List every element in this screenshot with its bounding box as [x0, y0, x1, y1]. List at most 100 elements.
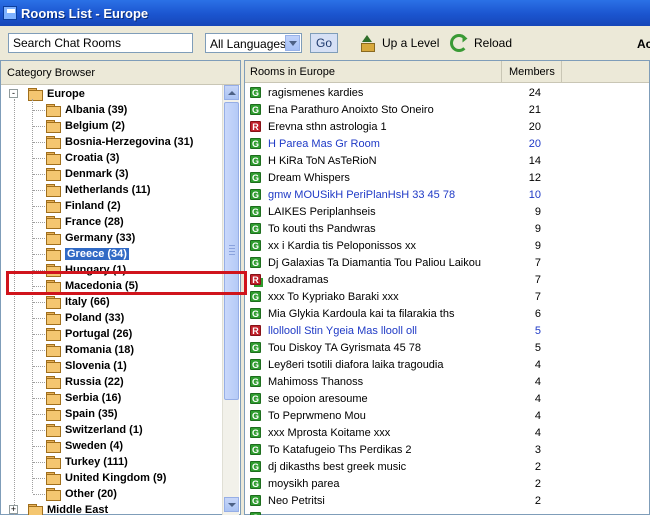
scroll-thumb[interactable]	[224, 102, 239, 400]
room-members: 20	[528, 137, 541, 150]
tree-item[interactable]: Other (20)	[45, 486, 117, 502]
tree-item[interactable]: Netherlands (11)	[45, 182, 151, 198]
room-name: gmw MOUSikH PeriPlanHsH 33 45 78	[268, 188, 456, 201]
tree-item[interactable]: Bosnia-Herzegovina (31)	[45, 134, 193, 150]
scroll-down-button[interactable]	[224, 497, 239, 512]
tree-item[interactable]: Belgium (2)	[45, 118, 125, 134]
room-row[interactable]: Rdoxadramas 7	[245, 271, 649, 288]
up-level-button[interactable]: Up a Level	[358, 31, 439, 55]
room-row[interactable]: Gxxx Mprosta Koitame xxx 4	[245, 424, 649, 441]
reload-icon	[450, 34, 468, 52]
room-type-g-icon: G	[250, 172, 261, 183]
tree-line	[33, 462, 45, 463]
room-row[interactable]: G To kouti ths Pandwras 9	[245, 220, 649, 237]
language-select-value: All Languages	[210, 37, 287, 51]
room-row[interactable]: G Tou Diskoy TA Gyrismata 45 78 5	[245, 339, 649, 356]
room-row[interactable]: G To Katafugeio Ths Perdikas 2 3	[245, 441, 649, 458]
room-row[interactable]: G Mahimoss Thanoss 4	[245, 373, 649, 390]
room-row[interactable]: G Mia Glykia Kardoula kai ta filarakia th…	[245, 305, 649, 322]
room-type-g-icon: G	[250, 376, 261, 387]
chevron-down-icon[interactable]	[285, 35, 300, 51]
scroll-up-button[interactable]	[224, 85, 239, 100]
language-select[interactable]: All Languages	[205, 33, 302, 53]
search-input[interactable]	[8, 33, 193, 53]
room-row[interactable]: G Dream Whispers 12	[245, 169, 649, 186]
tree-root-europe[interactable]: - Europe	[9, 86, 85, 102]
go-button[interactable]: Go	[310, 33, 338, 53]
folder-icon	[27, 504, 43, 515]
room-row[interactable]: Gxxx To Kypriako Baraki xxx 7	[245, 288, 649, 305]
tree-item[interactable]: Turkey (111)	[45, 454, 128, 470]
expander-expand-icon[interactable]: +	[9, 505, 18, 514]
room-row[interactable]: G H Parea Mas Gr Room 20	[245, 135, 649, 152]
tree-item-label: Russia (22)	[65, 376, 124, 388]
room-members: 3	[534, 443, 541, 456]
room-row[interactable]: G H KiRa ToN AsTeRioN 14	[245, 152, 649, 169]
room-row[interactable]: Gmoysikh parea 2	[245, 475, 649, 492]
tree-line	[14, 99, 15, 515]
tree-item-label: Europe	[47, 88, 85, 100]
tree-item[interactable]: Germany (33)	[45, 230, 135, 246]
room-name: Neo Petritsi	[268, 494, 325, 507]
reload-button[interactable]: Reload	[450, 31, 512, 55]
room-row[interactable]: G Dj Galaxias Ta Diamantia Tou Paliou Lai…	[245, 254, 649, 271]
folder-icon	[45, 136, 61, 149]
tree-item[interactable]: Slovenia (1)	[45, 358, 127, 374]
tree-item[interactable]: Russia (22)	[45, 374, 124, 390]
room-name: Dream Whispers	[268, 171, 350, 184]
tree-item[interactable]: Switzerland (1)	[45, 422, 143, 438]
tree-item[interactable]: Croatia (3)	[45, 150, 119, 166]
tree-item[interactable]: Serbia (16)	[45, 390, 121, 406]
room-row[interactable]: Gse opoion aresoume 4	[245, 390, 649, 407]
tree-line	[33, 318, 45, 319]
account-button-label[interactable]: Ac	[637, 37, 650, 51]
folder-icon	[45, 152, 61, 165]
tree-item[interactable]: Sweden (4)	[45, 438, 123, 454]
tree-item[interactable]: Greece (34)	[45, 246, 129, 262]
room-row[interactable]: G Neo Petritsi 2	[245, 492, 649, 509]
room-row[interactable]: G LAIKES Periplanhseis 9	[245, 203, 649, 220]
room-type-g-icon: G	[250, 104, 261, 115]
tree-item[interactable]: Romania (18)	[45, 342, 134, 358]
category-scrollbar[interactable]	[222, 85, 239, 515]
tree-item[interactable]: Finland (2)	[45, 198, 121, 214]
folder-icon	[45, 312, 61, 325]
tree-item-label: Finland (2)	[65, 200, 121, 212]
rooms-column-members[interactable]: Members	[502, 61, 562, 82]
tree-item-label: Sweden (4)	[65, 440, 124, 452]
tree-root-middle-east[interactable]: + Middle East	[9, 502, 108, 515]
room-row[interactable]: G To Peprwmeno Mou 4	[245, 407, 649, 424]
tree-item[interactable]: Spain (35)	[45, 406, 118, 422]
tree-item[interactable]: Italy (66)	[45, 294, 110, 310]
room-row[interactable]: Gdj dikasths best greek music 2	[245, 458, 649, 475]
tree-item[interactable]: Portugal (26)	[45, 326, 132, 342]
room-row[interactable]: Ggmw MOUSikH PeriPlanHsH 33 45 78 10	[245, 186, 649, 203]
tree-item[interactable]: France (28)	[45, 214, 124, 230]
room-type-g-icon: G	[250, 155, 261, 166]
rooms-column-name[interactable]: Rooms in Europe	[245, 61, 502, 82]
category-tree[interactable]: - Europe Albania (39) Belgium (2) Bosnia-Her…	[1, 85, 223, 515]
folder-icon	[45, 424, 61, 437]
tree-item[interactable]: United Kingdom (9)	[45, 470, 166, 486]
tree-item[interactable]: Denmark (3)	[45, 166, 129, 182]
folder-icon	[45, 344, 61, 357]
tree-item[interactable]: Albania (39)	[45, 102, 127, 118]
expander-collapse-icon[interactable]: -	[9, 89, 18, 98]
room-row[interactable]: Gxx i Kardia tis Peloponissos xx 9	[245, 237, 649, 254]
room-members: 7	[534, 256, 541, 269]
room-row[interactable]: G	[245, 509, 649, 515]
annotation-highlight-box	[6, 271, 247, 295]
room-row[interactable]: Gragismenes kardies 24	[245, 84, 649, 101]
room-type-g-icon: G	[250, 393, 261, 404]
tree-line	[33, 382, 45, 383]
room-row[interactable]: G Ley8eri tsotili diafora laika tragoudia…	[245, 356, 649, 373]
room-row[interactable]: R Erevna sthn astrologia 1 20	[245, 118, 649, 135]
room-members: 4	[534, 409, 541, 422]
room-name: xx i Kardia tis Peloponissos xx	[268, 239, 416, 252]
tree-item[interactable]: Poland (33)	[45, 310, 124, 326]
app-icon	[3, 6, 17, 20]
tree-item-label: United Kingdom (9)	[65, 472, 167, 484]
room-row[interactable]: Rllollooll Stin Ygeia Mas llooll oll 5	[245, 322, 649, 339]
room-row[interactable]: G Ena Parathuro Anoixto Sto Oneiro 21	[245, 101, 649, 118]
room-members: 21	[528, 103, 541, 116]
